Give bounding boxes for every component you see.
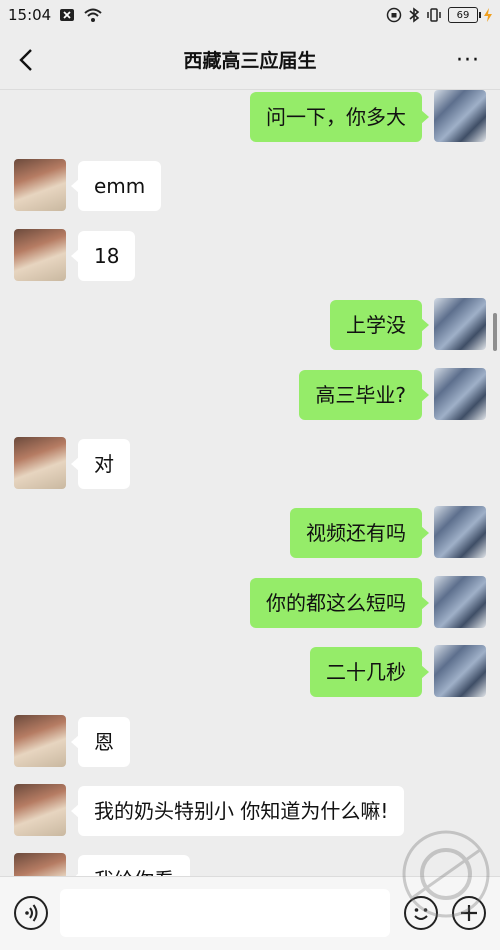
back-button[interactable] <box>14 44 42 76</box>
avatar-self[interactable] <box>434 90 486 142</box>
status-bar: 15:04 69 <box>0 0 500 30</box>
message-row: 二十几秒 <box>0 645 500 701</box>
message-bubble[interactable]: 问一下，你多大 <box>250 92 429 142</box>
scrollbar[interactable] <box>493 313 497 351</box>
message-bubble[interactable]: 恩 <box>71 717 130 767</box>
avatar-self[interactable] <box>434 298 486 350</box>
message-bubble[interactable]: 我的奶头特别小 你知道为什么嘛! <box>70 786 405 836</box>
more-dots-icon: ··· <box>456 48 480 73</box>
notification-icon <box>60 9 75 21</box>
more-button[interactable]: ··· <box>456 48 480 73</box>
avatar-contact[interactable] <box>14 715 66 767</box>
message-row: 你的都这么短吗 <box>0 576 500 632</box>
avatar-contact[interactable] <box>14 853 66 876</box>
avatar-contact[interactable] <box>14 159 66 211</box>
message-bubble[interactable]: emm <box>70 161 162 211</box>
voice-icon <box>25 904 38 922</box>
watermark-seal <box>402 830 490 918</box>
bluetooth-icon <box>409 7 420 23</box>
message-bubble[interactable]: 对 <box>71 439 130 489</box>
vibrate-icon <box>427 8 441 22</box>
avatar-self[interactable] <box>434 506 486 558</box>
status-right: 69 <box>386 7 492 23</box>
avatar-contact[interactable] <box>14 784 66 836</box>
wifi-icon <box>84 8 102 22</box>
message-row: 视频还有吗 <box>0 506 500 562</box>
message-row: 恩 <box>0 715 500 771</box>
message-row: 18 <box>0 229 500 285</box>
avatar-contact[interactable] <box>14 437 66 489</box>
message-row: 问一下，你多大 <box>0 90 500 146</box>
avatar-self[interactable] <box>434 576 486 628</box>
message-row: 高三毕业? <box>0 368 500 424</box>
message-row: emm <box>0 159 500 215</box>
message-row: 对 <box>0 437 500 493</box>
alarm-icon <box>386 7 402 23</box>
chat-title: 西藏高三应届生 <box>183 50 317 72</box>
message-list[interactable]: 问一下，你多大 emm 18 上学没 高三毕业? 对 视频还有吗 你的都这么短吗… <box>0 90 500 876</box>
message-input[interactable] <box>60 889 390 937</box>
avatar-contact[interactable] <box>14 229 66 281</box>
message-bubble[interactable]: 我给你看 <box>71 855 190 876</box>
avatar-self[interactable] <box>434 645 486 697</box>
charging-icon <box>484 8 492 22</box>
avatar-self[interactable] <box>434 368 486 420</box>
message-bubble[interactable]: 二十几秒 <box>310 647 429 697</box>
chat-header: 西藏高三应届生 ··· <box>0 30 500 90</box>
battery-indicator: 69 <box>448 7 481 23</box>
message-bubble[interactable]: 视频还有吗 <box>290 508 429 558</box>
message-row: 上学没 <box>0 298 500 354</box>
chevron-left-icon <box>19 49 32 71</box>
message-bubble[interactable]: 高三毕业? <box>299 370 429 420</box>
status-left: 15:04 <box>8 6 103 24</box>
message-bubble[interactable]: 上学没 <box>330 300 429 350</box>
message-bubble[interactable]: 18 <box>70 231 136 281</box>
message-bubble[interactable]: 你的都这么短吗 <box>250 578 429 628</box>
battery-level: 69 <box>456 9 470 21</box>
voice-button[interactable] <box>14 896 48 930</box>
status-time: 15:04 <box>8 6 52 24</box>
